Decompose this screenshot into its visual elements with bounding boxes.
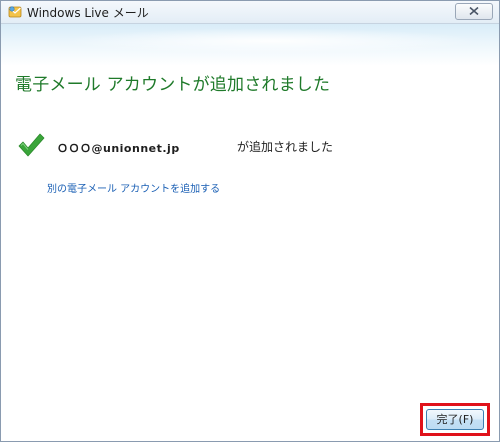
green-checkmark-icon	[18, 133, 45, 157]
add-another-account-link[interactable]: 別の電子メール アカウントを追加する	[47, 180, 220, 195]
added-status-text: が追加されました	[237, 140, 334, 154]
close-button[interactable]	[455, 3, 493, 20]
done-button[interactable]: 完了(F)	[426, 409, 484, 430]
page-heading: 電子メール アカウントが追加されました	[15, 75, 331, 95]
window-title: Windows Live メール	[27, 6, 149, 20]
dialog-window: Windows Live メール 電子メール アカウントが追加されました ＯＯＯ…	[0, 0, 500, 442]
windows-live-mail-icon	[8, 6, 22, 18]
title-bar: Windows Live メール	[1, 1, 499, 24]
account-email: ＯＯＯ@unionnet.jp	[57, 142, 180, 155]
header-gradient	[1, 24, 499, 66]
close-icon	[469, 7, 479, 15]
